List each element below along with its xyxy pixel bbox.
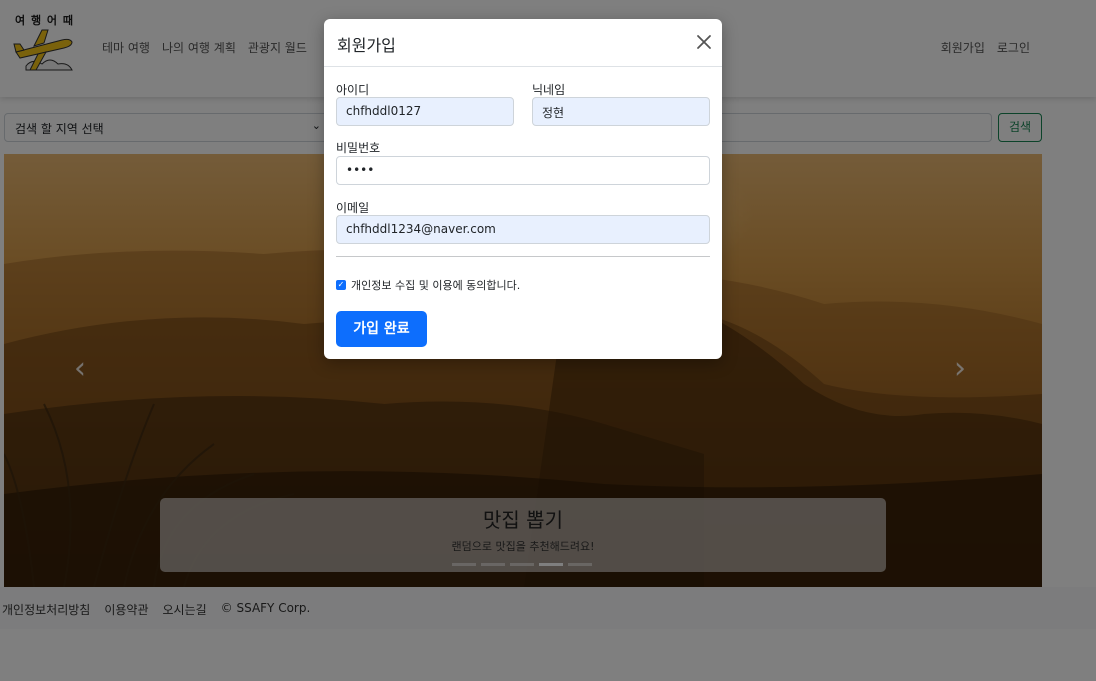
password-field[interactable]: •••• [336, 156, 710, 185]
signup-modal: 회원가입 아이디 chfhddl0127 닉네임 정현 비밀번호 •••• 이메… [324, 19, 722, 359]
password-label: 비밀번호 [336, 141, 381, 155]
nickname-label: 닉네임 [532, 83, 566, 97]
divider [336, 256, 710, 257]
privacy-agree: ✓ 개인정보 수집 및 이용에 동의합니다. [336, 277, 520, 293]
modal-header: 회원가입 [324, 19, 722, 67]
submit-signup-button[interactable]: 가입 완료 [336, 311, 427, 347]
email-field[interactable]: chfhddl1234@naver.com [336, 215, 710, 244]
id-label: 아이디 [336, 83, 370, 97]
email-label: 이메일 [336, 201, 370, 215]
modal-title: 회원가입 [337, 36, 396, 55]
close-icon[interactable] [696, 34, 712, 50]
agree-label: 개인정보 수집 및 이용에 동의합니다. [351, 279, 521, 292]
nickname-field[interactable]: 정현 [532, 97, 710, 126]
id-field[interactable]: chfhddl0127 [336, 97, 514, 126]
agree-checkbox[interactable]: ✓ [336, 280, 346, 290]
